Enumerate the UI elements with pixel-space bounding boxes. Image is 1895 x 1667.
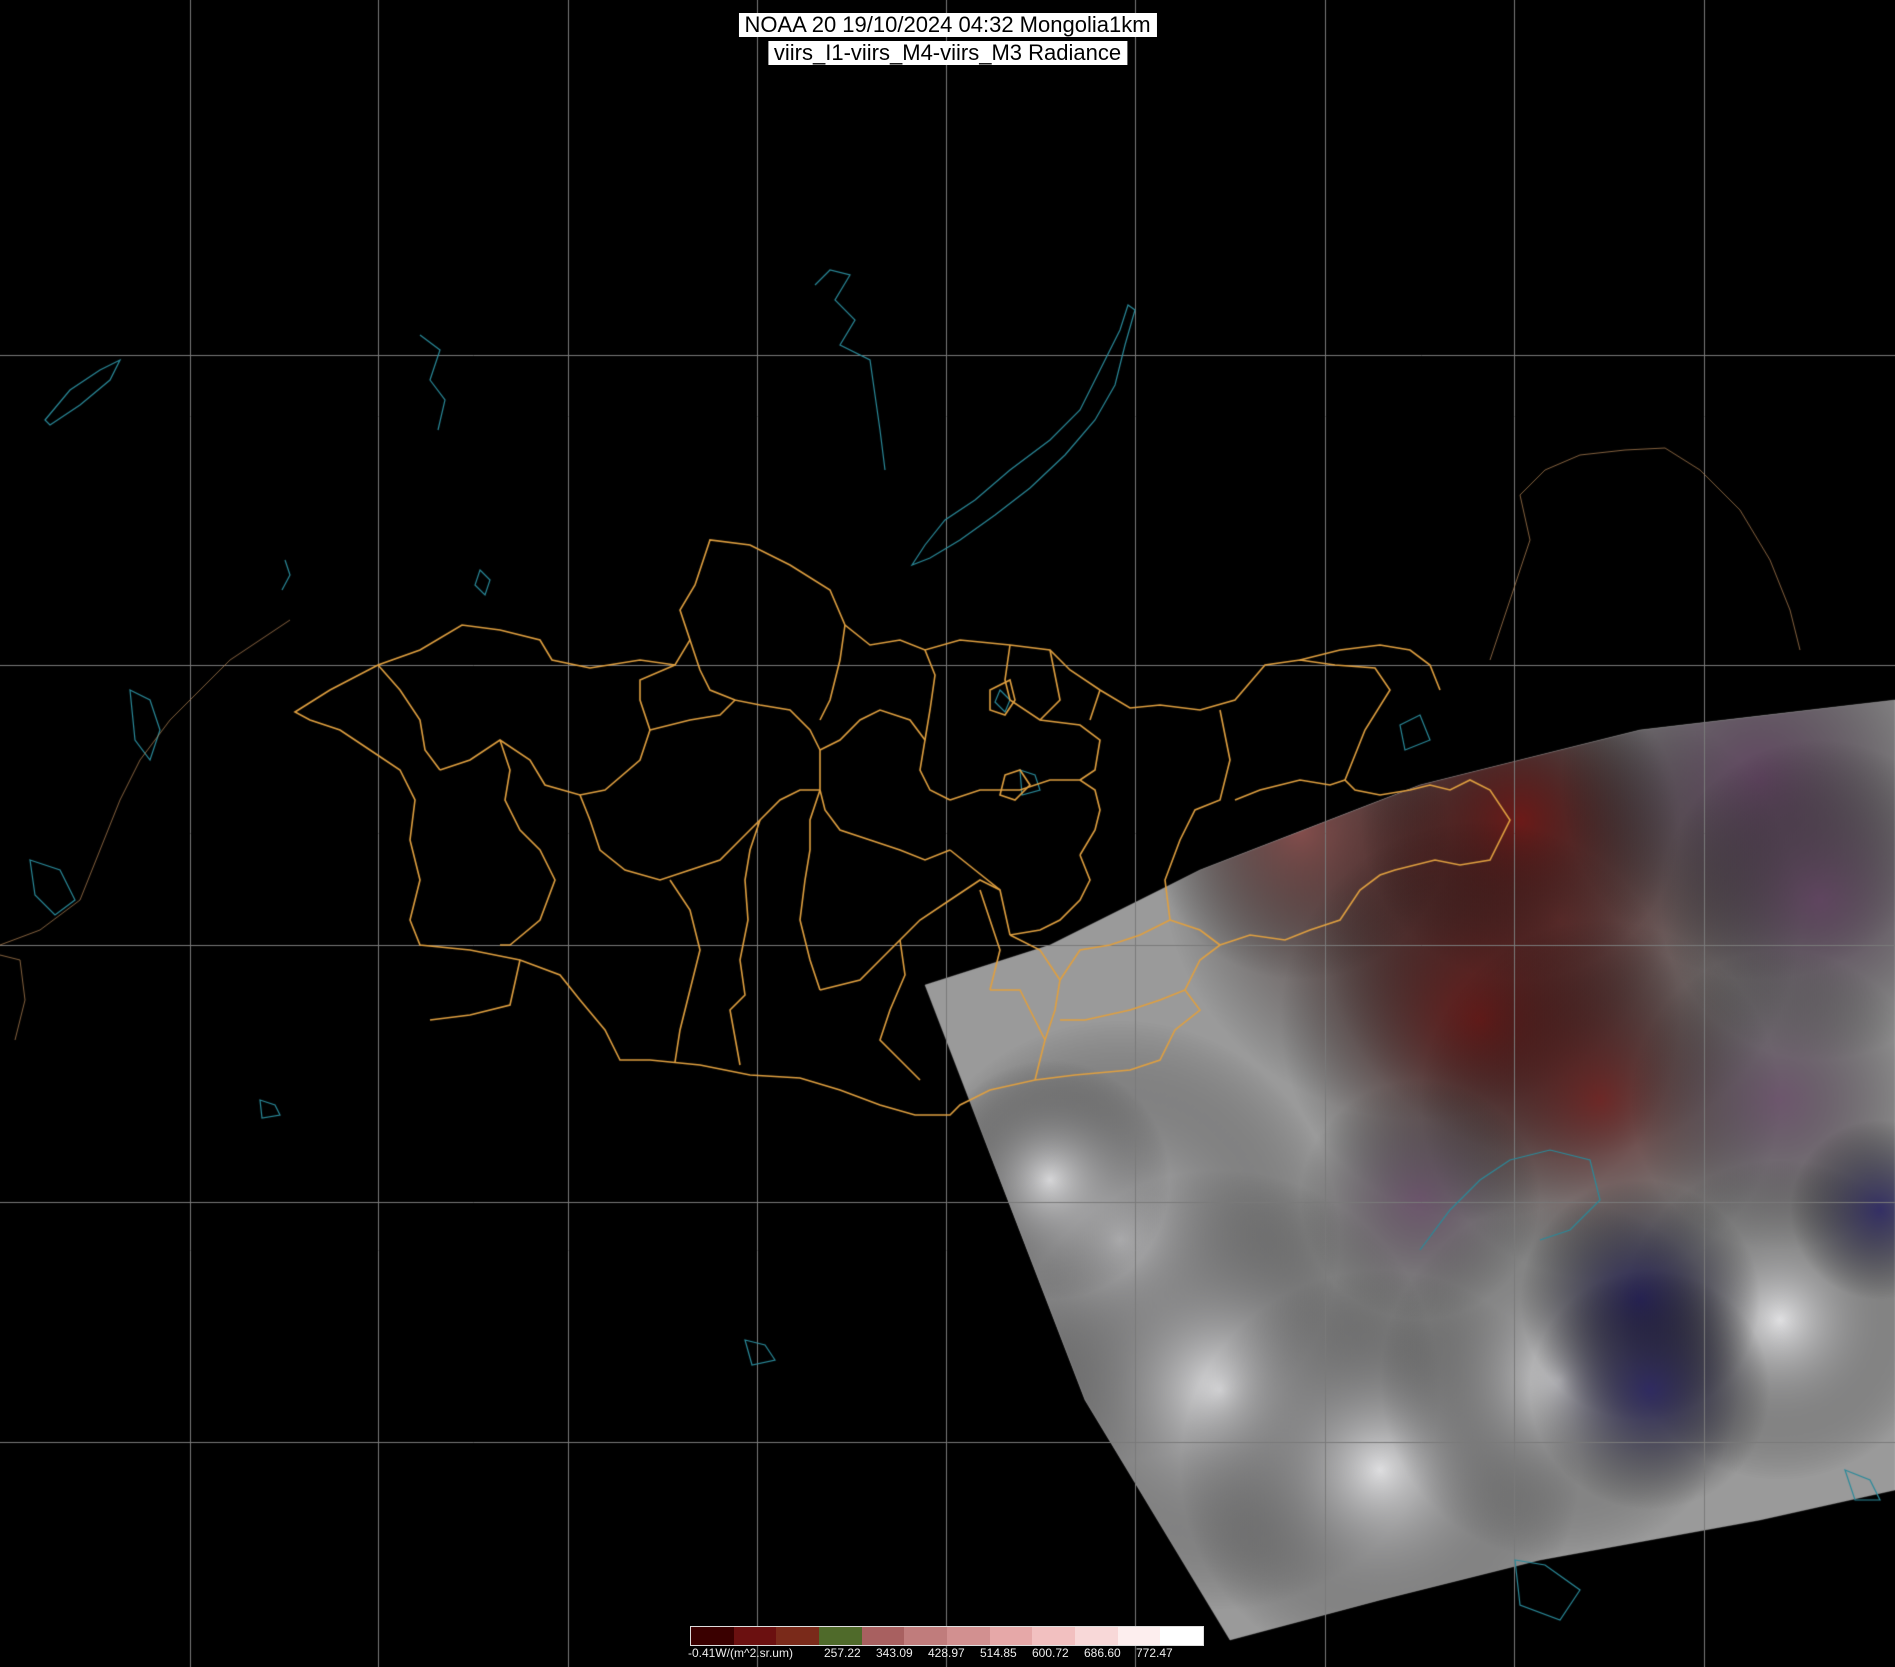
map-title-line-1: NOAA 20 19/10/2024 04:32 Mongolia1km xyxy=(738,13,1157,37)
colorbar-swatch xyxy=(691,1627,734,1645)
colorbar-swatch xyxy=(819,1627,862,1645)
colorbar-tick-label: 428.97 xyxy=(928,1646,965,1660)
colorbar-swatch xyxy=(1075,1627,1118,1645)
colorbar-tick-label: -0.41W/(m^2.sr.um) xyxy=(688,1646,793,1660)
colorbar-swatch xyxy=(1160,1627,1204,1645)
colorbar-swatch xyxy=(861,1627,905,1645)
colorbar-tick-label: 772.47 xyxy=(1136,1646,1173,1660)
satellite-map xyxy=(0,0,1895,1667)
colorbar-swatch xyxy=(1032,1627,1076,1645)
colorbar-swatch xyxy=(776,1627,820,1645)
radiance-colorbar xyxy=(690,1626,1204,1646)
colorbar-tick-label: 514.85 xyxy=(980,1646,1017,1660)
colorbar-tick-label: 343.09 xyxy=(876,1646,913,1660)
colorbar-swatch xyxy=(989,1627,1033,1645)
colorbar-tick-label: 686.60 xyxy=(1084,1646,1121,1660)
colorbar-swatch xyxy=(904,1627,948,1645)
colorbar-tick-label: 600.72 xyxy=(1032,1646,1069,1660)
colorbar-swatch xyxy=(947,1627,990,1645)
colorbar-swatch xyxy=(1117,1627,1161,1645)
map-title-line-2: viirs_I1-viirs_M4-viirs_M3 Radiance xyxy=(767,41,1128,65)
colorbar-swatch xyxy=(733,1627,777,1645)
colorbar-tick-label: 257.22 xyxy=(824,1646,861,1660)
